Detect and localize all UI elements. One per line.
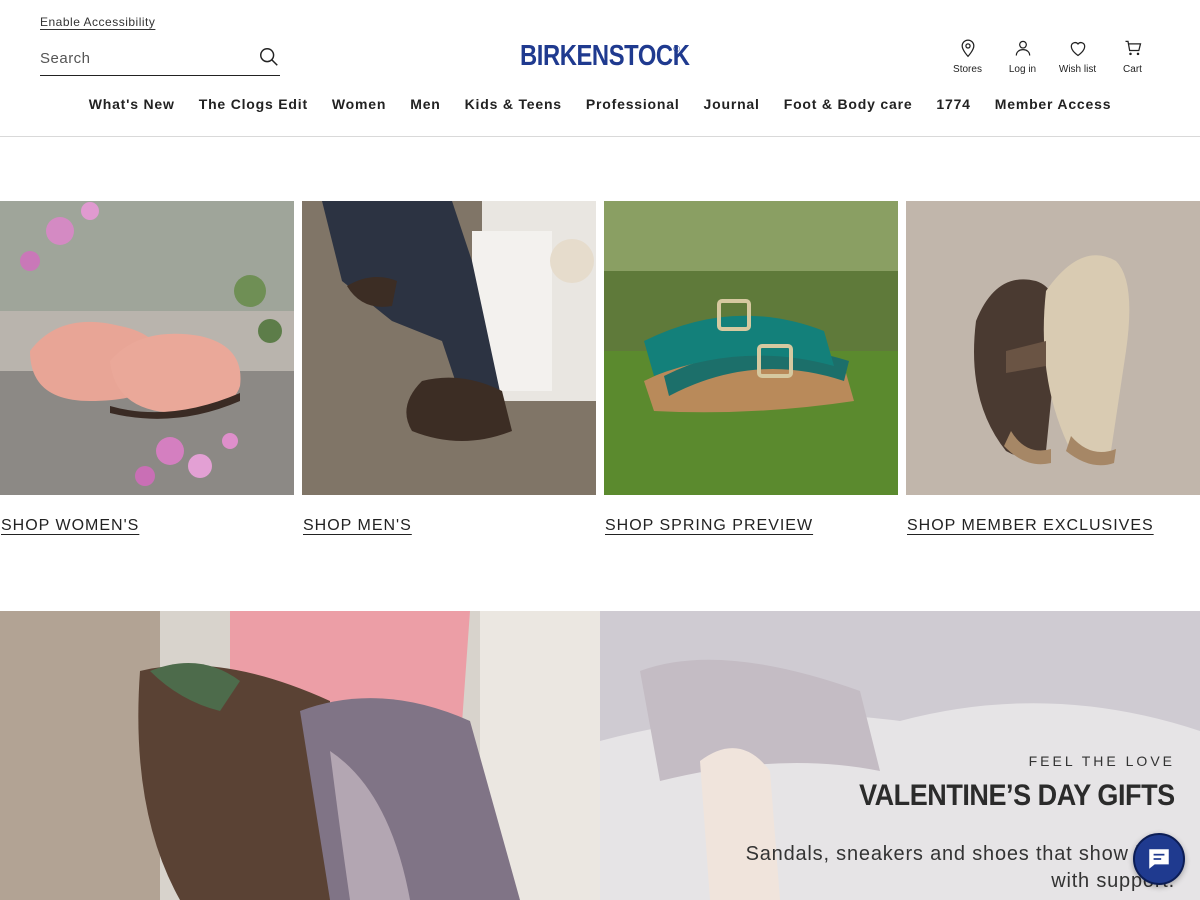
- member-product-image[interactable]: [906, 201, 1200, 495]
- user-icon: [1015, 40, 1030, 56]
- heart-icon: [1070, 41, 1085, 57]
- spring-product-image[interactable]: [604, 201, 898, 495]
- search-icon[interactable]: [258, 46, 280, 68]
- category-tile-member[interactable]: SHOP MEMBER EXCLUSIVES: [906, 201, 1200, 535]
- nav-item-foot-body-care[interactable]: Foot & Body care: [772, 96, 925, 112]
- registered-mark: ®: [673, 44, 680, 54]
- nav-item-1774[interactable]: 1774: [924, 96, 982, 112]
- category-tile-men[interactable]: SHOP MEN'S: [302, 201, 596, 535]
- enable-accessibility-link[interactable]: Enable Accessibility: [40, 15, 155, 29]
- wishlist-button[interactable]: Wish list: [1050, 38, 1105, 75]
- shop-spring-preview-link[interactable]: SHOP SPRING PREVIEW: [605, 517, 813, 535]
- shop-men-link[interactable]: SHOP MEN'S: [303, 517, 412, 535]
- search-input[interactable]: [40, 50, 250, 67]
- logo-wordmark: BIRKENSTOCK: [520, 40, 690, 72]
- chat-button[interactable]: [1133, 833, 1185, 885]
- valentines-hero-banner[interactable]: FEEL THE LOVE VALENTINE’S DAY GIFTS Sand…: [0, 611, 1200, 900]
- category-tiles: SHOP WOMEN'S SHOP MEN'S SHOP SPRING PREV…: [0, 201, 1200, 535]
- women-product-image[interactable]: [0, 201, 294, 495]
- hero-headline: VALENTINE’S DAY GIFTS: [859, 779, 1175, 812]
- cart-label: Cart: [1123, 64, 1142, 75]
- nav-item-men[interactable]: Men: [398, 96, 452, 112]
- hero-subtext: Sandals, sneakers and shoes that show lo…: [745, 843, 1175, 892]
- hero-eyebrow: FEEL THE LOVE: [1028, 753, 1175, 769]
- main-navigation: What's New The Clogs Edit Women Men Kids…: [0, 96, 1200, 112]
- utility-nav: Stores Log in Wish list Cart: [940, 38, 1160, 75]
- nav-item-clogs-edit[interactable]: The Clogs Edit: [187, 96, 320, 112]
- search-bar: [40, 42, 280, 76]
- chat-bubble-icon: [1149, 849, 1169, 869]
- shop-member-exclusives-link[interactable]: SHOP MEMBER EXCLUSIVES: [907, 517, 1154, 535]
- hero-image-left: [0, 611, 600, 900]
- stores-button[interactable]: Stores: [940, 38, 995, 75]
- cart-button[interactable]: Cart: [1105, 38, 1160, 75]
- wishlist-label: Wish list: [1058, 64, 1097, 75]
- birkenstock-logo[interactable]: BIRKENSTOCK ®: [520, 40, 690, 72]
- stores-label: Stores: [953, 64, 982, 75]
- site-header: Enable Accessibility BIRKENSTOCK ® Store…: [0, 0, 1200, 137]
- category-tile-women[interactable]: SHOP WOMEN'S: [0, 201, 294, 535]
- nav-item-whats-new[interactable]: What's New: [77, 96, 187, 112]
- cart-icon: [1125, 40, 1141, 56]
- location-pin-icon: [961, 39, 974, 58]
- login-button[interactable]: Log in: [995, 38, 1050, 75]
- login-label: Log in: [1008, 64, 1037, 75]
- nav-item-women[interactable]: Women: [320, 96, 398, 112]
- nav-item-journal[interactable]: Journal: [692, 96, 772, 112]
- nav-item-member-access[interactable]: Member Access: [983, 96, 1124, 112]
- shop-women-link[interactable]: SHOP WOMEN'S: [1, 517, 139, 535]
- nav-item-professional[interactable]: Professional: [574, 96, 692, 112]
- category-tile-spring[interactable]: SHOP SPRING PREVIEW: [604, 201, 898, 535]
- nav-item-kids-teens[interactable]: Kids & Teens: [453, 96, 574, 112]
- men-product-image[interactable]: [302, 201, 596, 495]
